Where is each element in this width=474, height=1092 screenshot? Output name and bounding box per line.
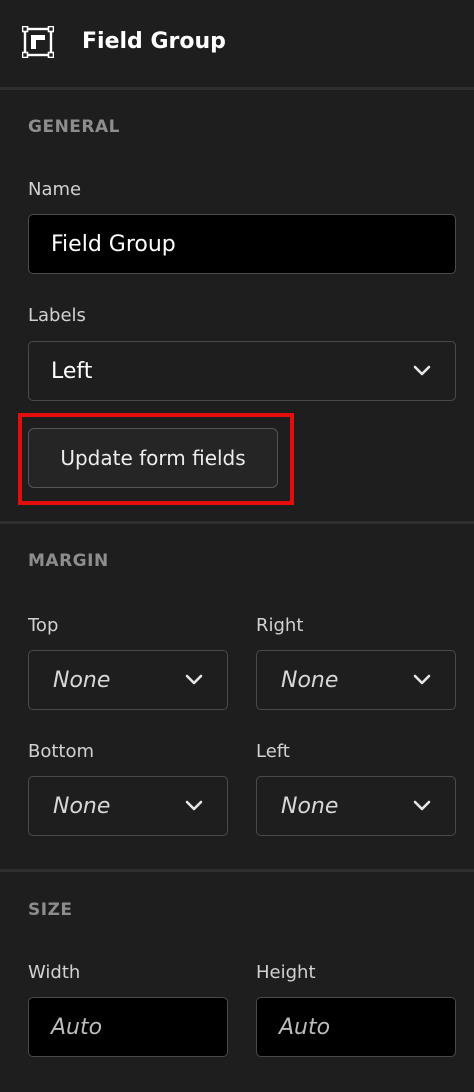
width-input-placeholder: Auto [51,1014,103,1040]
field-group-icon [21,25,55,59]
width-label: Width [28,962,81,983]
labels-select[interactable]: Left [28,341,456,401]
labels-label: Labels [28,305,86,326]
margin-right-label: Right [256,615,304,636]
name-input[interactable]: Field Group [28,214,456,274]
divider [0,869,474,872]
margin-top-value: None [53,667,111,693]
margin-right-select[interactable]: None [256,650,456,710]
margin-top-label: Top [28,615,59,636]
margin-left-value: None [281,793,339,819]
height-input[interactable]: Auto [256,997,456,1057]
panel-title: Field Group [82,29,226,54]
width-input[interactable]: Auto [28,997,228,1057]
margin-top-select[interactable]: None [28,650,228,710]
labels-select-value: Left [51,358,93,384]
section-title-margin: MARGIN [28,551,109,571]
divider [0,87,474,90]
name-input-value: Field Group [51,231,176,257]
chevron-down-icon [185,800,203,811]
divider [0,521,474,524]
height-label: Height [256,962,316,983]
chevron-down-icon [413,674,431,685]
chevron-down-icon [413,365,431,376]
margin-right-value: None [281,667,339,693]
height-input-placeholder: Auto [279,1014,331,1040]
margin-bottom-select[interactable]: None [28,776,228,836]
section-title-size: SIZE [28,900,73,920]
margin-left-label: Left [256,741,290,762]
margin-bottom-value: None [53,793,111,819]
highlight-box [18,413,294,505]
chevron-down-icon [185,674,203,685]
margin-left-select[interactable]: None [256,776,456,836]
section-title-general: GENERAL [28,117,120,137]
margin-bottom-label: Bottom [28,741,95,762]
chevron-down-icon [413,800,431,811]
name-label: Name [28,179,82,200]
